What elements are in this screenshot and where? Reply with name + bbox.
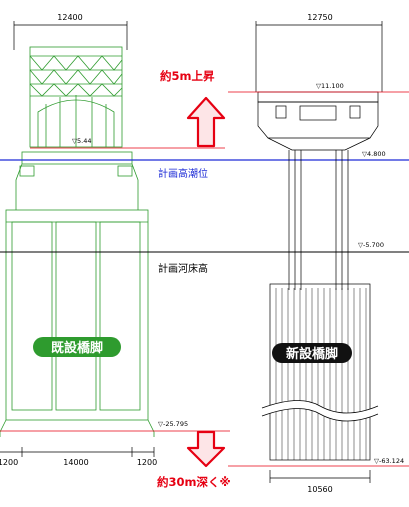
deeper-annotation: 約30m深く※: [157, 475, 231, 489]
riverbed-label: 計画河床高: [158, 262, 208, 275]
old-width-label: 12400: [57, 13, 82, 22]
old-base-right-dim: 1200: [137, 458, 157, 467]
caisson-hatching: [275, 288, 367, 460]
old-deck-level: ▽5.44: [72, 137, 91, 145]
new-deck-level: ▽11.100: [316, 82, 344, 90]
riverbed-level: ▽-5.700: [358, 241, 384, 249]
bridge-pier-comparison-diagram: 12400 ▽5.44 ▽-25.795 1200 14000 1200 既設橋…: [0, 13, 409, 494]
new-footing-level: ▽-63.124: [374, 457, 404, 465]
new-width-label: 12750: [307, 13, 332, 22]
high-tide-label: 計画高潮位: [158, 167, 208, 180]
new-base-dim: 10560: [307, 485, 332, 494]
rise-arrow-icon: [186, 96, 226, 148]
old-base-left-dim: 1200: [0, 458, 18, 467]
new-pier-drawing: 12750 ▽11.100 ▽-63.124 10560 新設橋脚: [228, 13, 409, 494]
high-tide-level: ▽4.800: [362, 150, 386, 158]
old-footing-level: ▽-25.795: [158, 420, 188, 428]
rise-annotation: 約5m上昇: [160, 69, 215, 83]
new-pier-label: 新設橋脚: [286, 346, 338, 362]
deeper-arrow-icon: [186, 430, 226, 468]
old-pier-label: 既設橋脚: [51, 340, 103, 356]
old-base-center-dim: 14000: [63, 458, 88, 467]
